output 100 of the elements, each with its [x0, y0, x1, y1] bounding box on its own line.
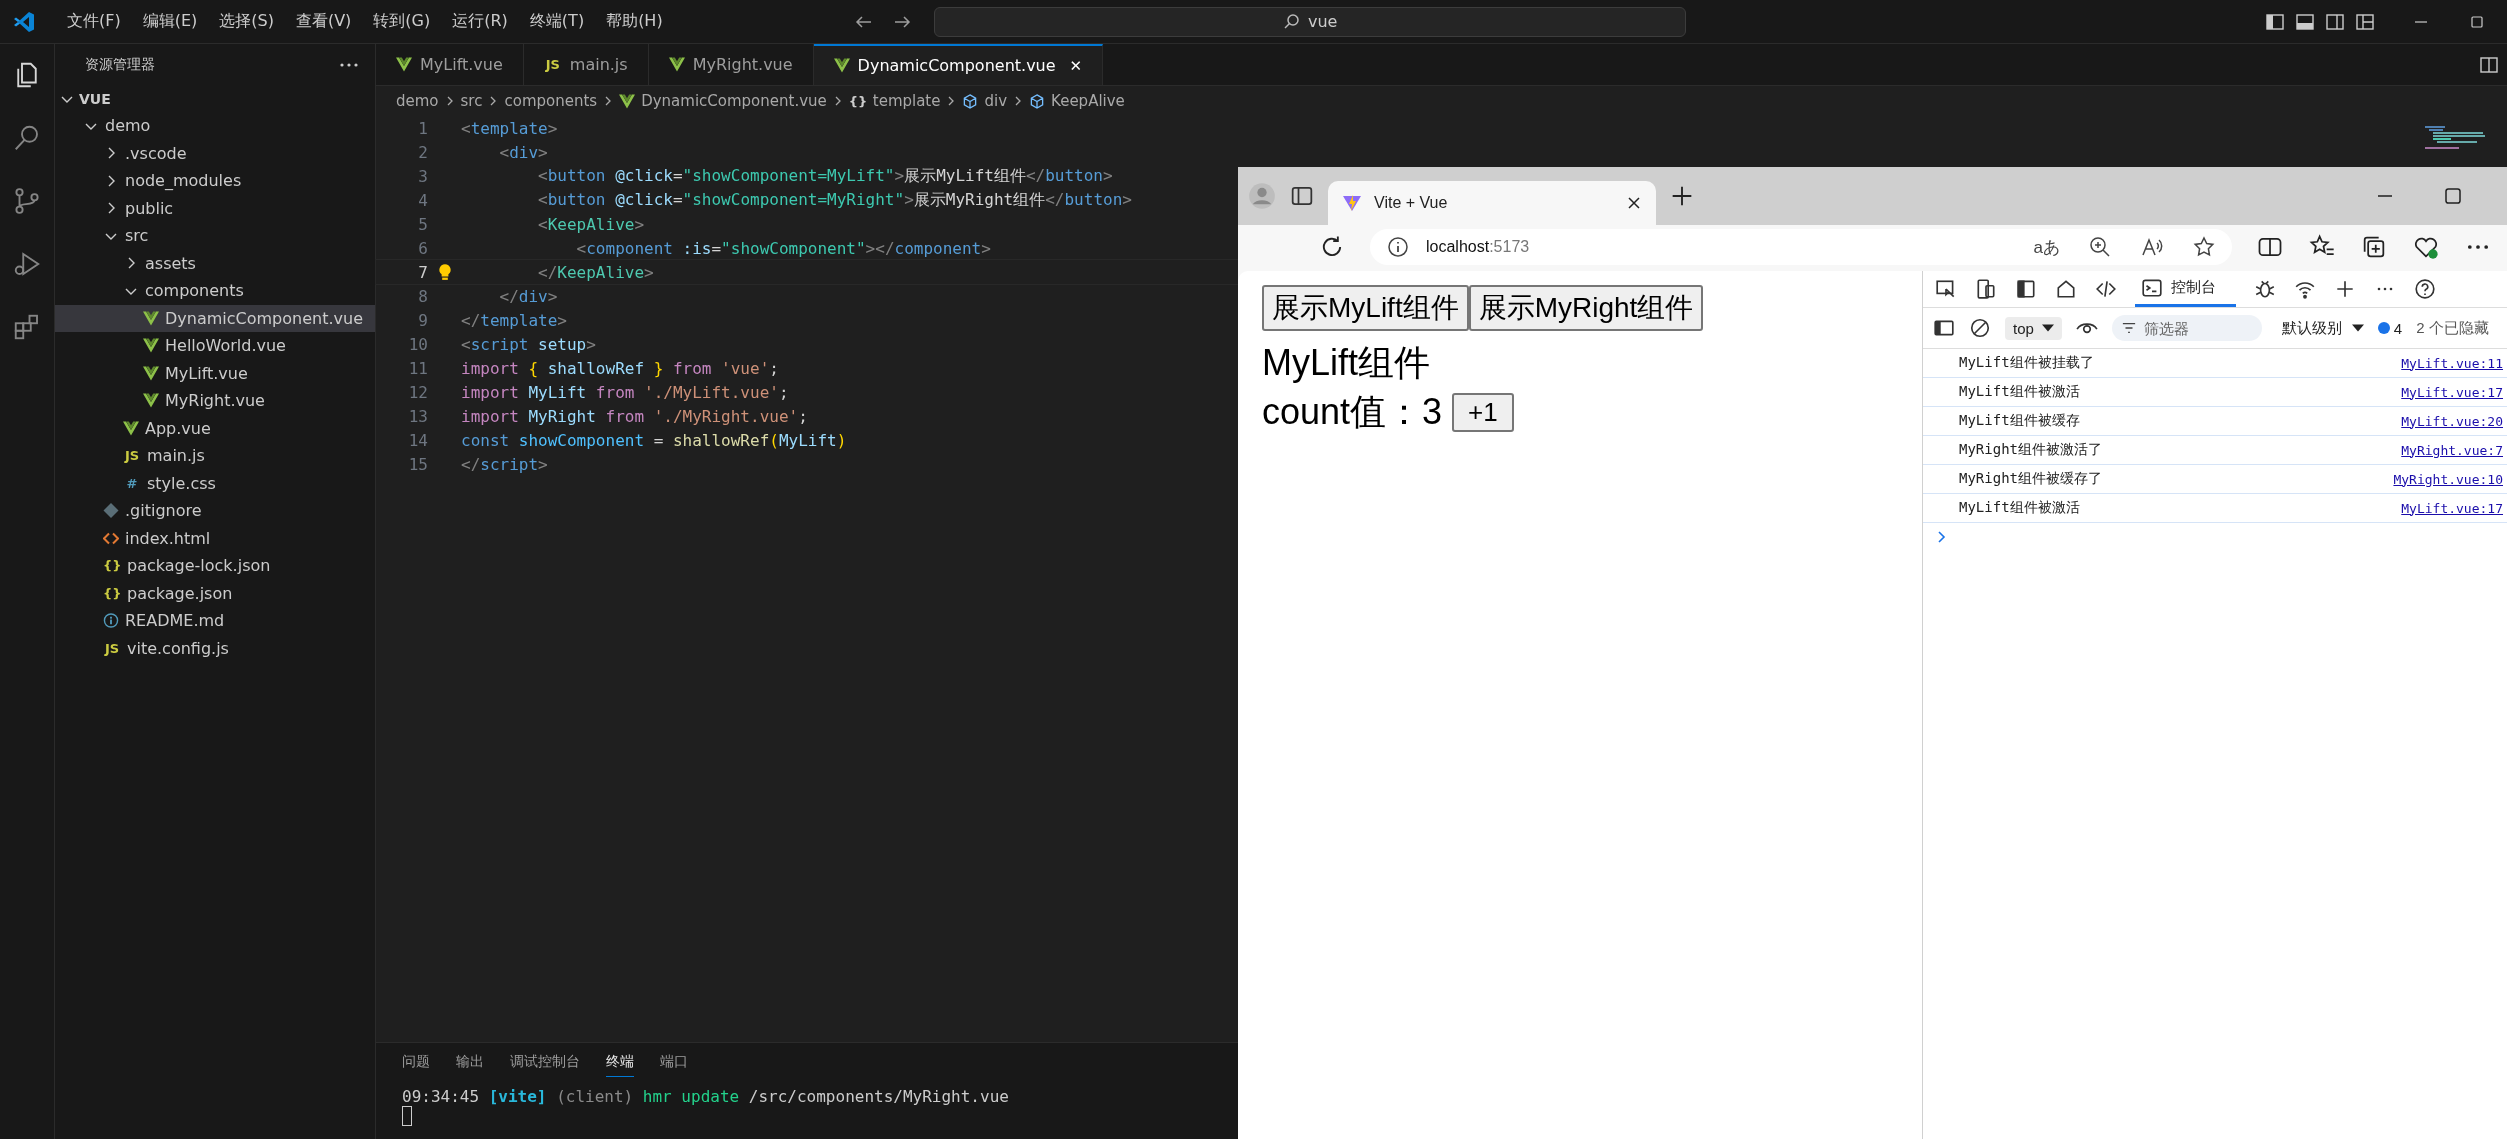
source-link[interactable]: MyLift.vue:17: [2401, 500, 2503, 516]
log-level-dropdown[interactable]: 默认级别: [2281, 318, 2364, 338]
tree-item[interactable]: App.vue: [55, 414, 375, 442]
code-line: </KeepAlive>: [537, 262, 654, 282]
tree-item[interactable]: {} package.json: [55, 579, 375, 607]
star-icon[interactable]: [2192, 235, 2216, 259]
menu-item[interactable]: 终端(T): [518, 11, 596, 32]
editor-tab[interactable]: DynamicComponent.vue ✕: [813, 44, 1104, 85]
close-icon[interactable]: [1626, 195, 1642, 211]
workspace-header[interactable]: VUE: [55, 85, 375, 112]
message-icon: [2377, 322, 2390, 334]
layout-icon[interactable]: [2355, 11, 2375, 32]
context-dropdown[interactable]: top: [2005, 316, 2062, 340]
tree-item[interactable]: {} package-lock.json: [55, 552, 375, 580]
panel-tab[interactable]: 终端: [606, 1053, 634, 1077]
menu-item[interactable]: 转到(G): [362, 11, 442, 32]
menu-item[interactable]: 帮助(H): [595, 11, 674, 32]
info-icon: [103, 613, 119, 629]
line-number: 14: [407, 430, 428, 450]
editor-tab[interactable]: MyLift.vue: [376, 44, 524, 85]
file-type-label: {}: [103, 585, 121, 601]
menu-item[interactable]: 文件(F): [56, 11, 132, 32]
close-tab-button[interactable]: ✕: [1069, 56, 1083, 75]
clear-console-icon[interactable]: [1969, 317, 1991, 339]
source-link[interactable]: MyLift.vue:17: [2401, 384, 2503, 400]
tree-item[interactable]: MyRight.vue: [55, 387, 375, 415]
file-type-label: JS: [103, 640, 121, 656]
breadcrumb-item[interactable]: src: [460, 92, 483, 110]
console-prompt-icon[interactable]: [1937, 529, 1947, 545]
source-link[interactable]: MyLift.vue:11: [2401, 355, 2503, 371]
menu-item[interactable]: 运行(R): [441, 11, 519, 32]
breadcrumb-item[interactable]: DynamicComponent.vue: [641, 92, 827, 110]
branch-icon[interactable]: [12, 186, 42, 216]
diamond-icon: [103, 503, 119, 519]
run-debug-icon[interactable]: [12, 249, 42, 279]
file-type-label: {}: [103, 558, 121, 574]
show-component-button[interactable]: 展示MyLift组件: [1262, 285, 1469, 331]
source-link[interactable]: MyRight.vue:7: [2401, 442, 2503, 458]
tree-item[interactable]: index.html: [55, 524, 375, 552]
console-message: MyLift组件被激活: [1959, 383, 2080, 401]
code-line: </div>: [498, 286, 558, 306]
show-component-button[interactable]: 展示MyRight组件: [1468, 285, 1704, 331]
panel-tab[interactable]: 输出: [456, 1053, 484, 1077]
tree-item[interactable]: # style.css: [55, 469, 375, 497]
tree-item[interactable]: HelloWorld.vue: [55, 332, 375, 360]
breadcrumb-item[interactable]: demo: [396, 92, 439, 110]
tree-item[interactable]: demo: [55, 112, 375, 140]
filter-field[interactable]: 筛选器: [2111, 315, 2262, 341]
tree-item[interactable]: DynamicComponent.vue: [55, 304, 375, 332]
console-message: MyRight组件被缓存了: [1959, 470, 2102, 488]
tree-item[interactable]: public: [55, 194, 375, 222]
toggle-panel-icon[interactable]: [2295, 11, 2315, 32]
address-bar[interactable]: localhost:5173 aあ: [1370, 229, 2232, 265]
breadcrumb-item[interactable]: div: [984, 92, 1008, 110]
tree-item[interactable]: components: [55, 277, 375, 305]
tree-item[interactable]: JS vite.config.js: [55, 634, 375, 662]
breadcrumb-item[interactable]: KeepAlive: [1051, 92, 1125, 110]
toggle-sidebar-icon[interactable]: [2265, 11, 2285, 32]
tree-item[interactable]: assets: [55, 249, 375, 277]
panel-tab[interactable]: 调试控制台: [510, 1053, 580, 1077]
source-link[interactable]: MyRight.vue:10: [2393, 471, 2503, 487]
tree-item[interactable]: MyLift.vue: [55, 359, 375, 387]
issues-counter[interactable]: 4: [2377, 319, 2403, 337]
terminal-line: 09:34:45 [vite] (client) hmr update /src/components/MyRight.vue: [402, 1087, 1010, 1106]
menu-item[interactable]: 编辑(E): [131, 11, 209, 32]
zoom-in-icon[interactable]: [2088, 235, 2112, 259]
breadcrumb-item[interactable]: components: [504, 92, 598, 110]
source-link[interactable]: MyLift.vue:20: [2401, 413, 2503, 429]
tree-item[interactable]: .gitignore: [55, 497, 375, 525]
code-line: </template>: [461, 310, 567, 330]
info-icon[interactable]: [1386, 235, 1410, 259]
devtools-tab[interactable]: 控制台: [2135, 271, 2236, 307]
split-editor-icon[interactable]: [2479, 54, 2499, 75]
editor-tab[interactable]: MyRight.vue: [648, 44, 814, 85]
tree-item[interactable]: .vscode: [55, 139, 375, 167]
tree-item[interactable]: src: [55, 222, 375, 250]
vue-icon: [396, 57, 412, 72]
tree-item[interactable]: node_modules: [55, 167, 375, 195]
vue-icon: [668, 57, 685, 72]
toggle-secondary-sidebar-icon[interactable]: [2325, 11, 2345, 32]
tree-item[interactable]: JS main.js: [55, 442, 375, 470]
cube-icon: [1029, 93, 1046, 109]
translate-button[interactable]: aあ: [2033, 235, 2060, 259]
panel-tab[interactable]: 端口: [660, 1053, 688, 1077]
editor-tab[interactable]: JS main.js: [523, 44, 649, 85]
cube-icon: [962, 93, 979, 109]
menu-item[interactable]: 选择(S): [208, 11, 285, 32]
increment-button[interactable]: +1: [1452, 393, 1514, 432]
command-center-field[interactable]: vue: [933, 6, 1686, 37]
breadcrumb-item[interactable]: template: [872, 92, 941, 110]
more-icon[interactable]: [339, 61, 359, 68]
panel-tab[interactable]: 问题: [402, 1053, 430, 1077]
menu-item[interactable]: 查看(V): [284, 11, 363, 32]
hidden-count: 2 个已隐藏: [2416, 318, 2489, 338]
app-logo-icon: [12, 9, 36, 34]
browser-tab[interactable]: Vite + Vue: [1328, 181, 1656, 225]
lightning-logo-icon: [1342, 193, 1362, 213]
vue-icon: [123, 420, 139, 436]
code-line: import MyRight from './MyRight.vue';: [461, 406, 808, 426]
tree-item[interactable]: README.md: [55, 607, 375, 635]
